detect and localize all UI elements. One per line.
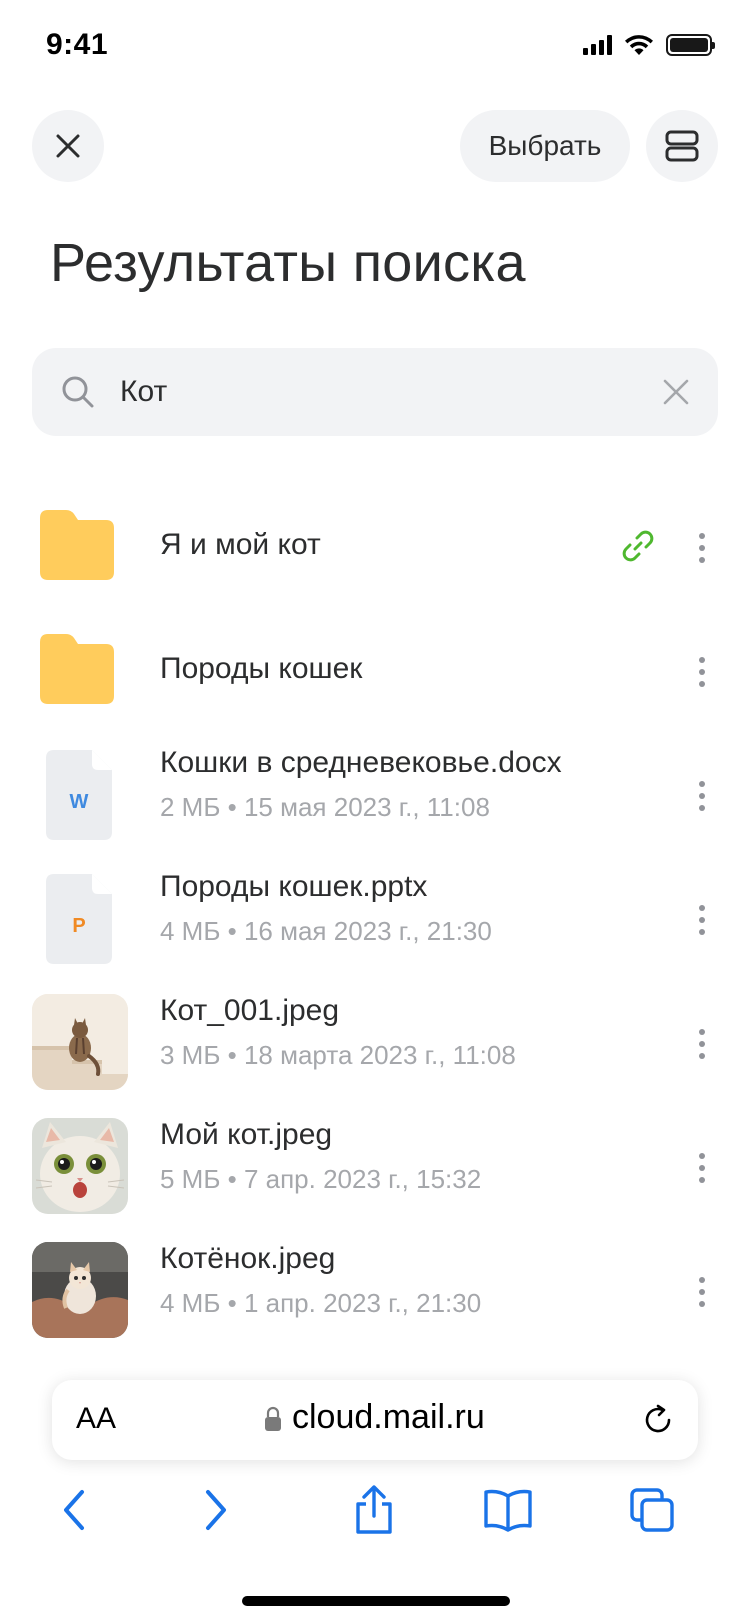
close-icon (56, 134, 80, 158)
chevron-right-icon (206, 1490, 226, 1530)
view-toggle-button[interactable] (646, 110, 718, 182)
kitten-photo-icon (32, 1242, 128, 1338)
home-indicator[interactable] (242, 1596, 510, 1606)
file-meta: 4 МБ • 1 апр. 2023 г., 21:30 (160, 1288, 482, 1318)
reload-icon[interactable] (640, 1402, 676, 1438)
search-input[interactable] (120, 348, 640, 436)
browser-toolbar (0, 1470, 750, 1550)
text-size-button[interactable]: AA (76, 1402, 116, 1436)
battery-icon (666, 34, 715, 56)
search-icon (62, 376, 94, 408)
cat-photo-icon (32, 994, 128, 1090)
pptx-file-icon: P (46, 874, 112, 964)
lock-icon (265, 1406, 281, 1431)
status-bar: 9:41 (0, 0, 750, 94)
folder-icon (40, 510, 114, 580)
more-options-button[interactable] (686, 520, 718, 576)
bookmarks-button[interactable] (478, 1480, 538, 1540)
search-box[interactable] (32, 348, 718, 436)
shared-link-icon[interactable] (620, 528, 656, 564)
file-name: Кошки в средневековье.docx (160, 746, 562, 779)
list-item-file[interactable]: P Породы кошек.pptx 4 МБ • 16 мая 2023 г… (0, 856, 750, 984)
list-item-folder[interactable]: Породы кошек (0, 608, 750, 736)
list-item-file[interactable]: W Кошки в средневековье.docx 2 МБ • 15 м… (0, 732, 750, 860)
file-name: Котёнок.jpeg (160, 1242, 336, 1275)
file-name: Мой кот.jpeg (160, 1118, 333, 1151)
more-options-button[interactable] (686, 1264, 718, 1320)
clear-search-icon[interactable] (662, 378, 690, 406)
image-thumbnail (32, 1118, 128, 1214)
more-options-button[interactable] (686, 768, 718, 824)
more-options-button[interactable] (686, 1140, 718, 1196)
tabs-button[interactable] (622, 1480, 682, 1540)
file-meta: 5 МБ • 7 апр. 2023 г., 15:32 (160, 1164, 482, 1194)
list-item-folder[interactable]: Я и мой кот (0, 484, 750, 612)
list-item-image[interactable]: Мой кот.jpeg 5 МБ • 7 апр. 2023 г., 15:3… (0, 1104, 750, 1232)
wifi-icon (625, 35, 653, 55)
tabs-icon (630, 1488, 674, 1532)
share-button[interactable] (344, 1480, 404, 1540)
page-title: Результаты поиска (50, 233, 526, 293)
select-button[interactable]: Выбрать (460, 110, 630, 182)
list-item-image[interactable]: Котёнок.jpeg 4 МБ • 1 апр. 2023 г., 21:3… (0, 1228, 750, 1356)
image-thumbnail (32, 994, 128, 1090)
docx-file-icon: W (46, 750, 112, 840)
share-icon (356, 1485, 392, 1534)
docx-badge: W (70, 791, 89, 813)
file-meta: 2 МБ • 15 мая 2023 г., 11:08 (160, 792, 490, 822)
forward-button[interactable] (186, 1480, 246, 1540)
status-icons (583, 34, 715, 56)
more-options-button[interactable] (686, 1016, 718, 1072)
folder-icon (40, 634, 114, 704)
book-icon (484, 1489, 532, 1532)
chevron-left-icon (64, 1490, 84, 1530)
image-thumbnail (32, 1242, 128, 1338)
file-name: Я и мой кот (160, 528, 321, 561)
back-button[interactable] (44, 1480, 104, 1540)
list-item-image[interactable]: Кот_001.jpeg 3 МБ • 18 марта 2023 г., 11… (0, 980, 750, 1108)
file-name: Кот_001.jpeg (160, 994, 340, 1027)
browser-address-bar[interactable]: AA cloud.mail.ru (52, 1380, 698, 1460)
list-view-icon (665, 130, 699, 162)
file-name: Породы кошек (160, 652, 363, 685)
url-text: cloud.mail.ru (292, 1398, 485, 1436)
close-button[interactable] (32, 110, 104, 182)
cellular-signal-icon (583, 35, 612, 55)
pptx-badge: P (72, 915, 85, 937)
cat-photo-icon (32, 1118, 128, 1214)
more-options-button[interactable] (686, 892, 718, 948)
file-name: Породы кошек.pptx (160, 870, 428, 903)
status-time: 9:41 (46, 28, 109, 61)
file-meta: 3 МБ • 18 марта 2023 г., 11:08 (160, 1040, 516, 1070)
file-meta: 4 МБ • 16 мая 2023 г., 21:30 (160, 916, 492, 946)
file-list: Я и мой кот Породы кошек W Кошки в средн… (0, 484, 750, 1356)
more-options-button[interactable] (686, 644, 718, 700)
